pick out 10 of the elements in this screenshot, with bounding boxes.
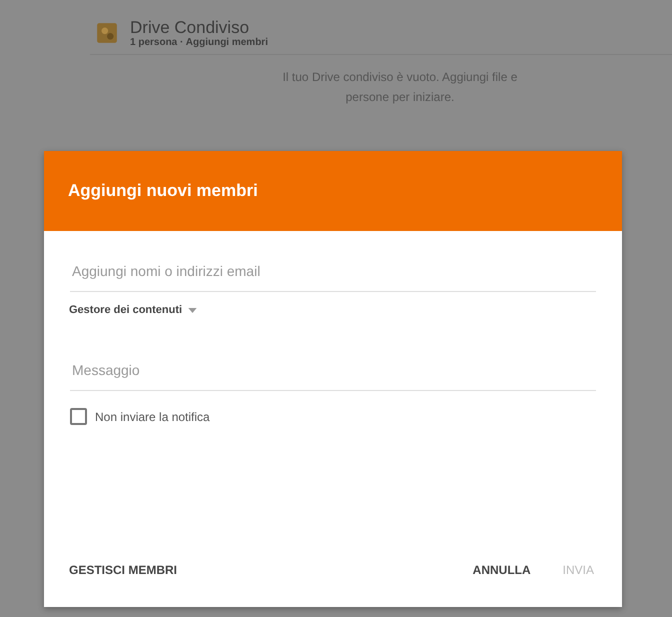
role-dropdown[interactable]: Gestore dei contenuti	[69, 304, 198, 316]
notify-checkbox-label: Non inviare la notifica	[95, 410, 210, 424]
notify-checkbox[interactable]	[70, 408, 87, 425]
caret-icon	[188, 308, 198, 312]
drive-title: Drive Condiviso	[130, 18, 250, 37]
dialog-button[interactable]: ANNULLA	[472, 559, 531, 581]
shared-drive-icon	[96, 22, 118, 44]
dialog-title: Aggiungi nuovi membri	[68, 181, 258, 201]
dialog-button[interactable]: GESTISCI MEMBRI	[69, 559, 178, 581]
drive-subtitle: 1 persona · Aggiungi membri	[130, 37, 268, 48]
